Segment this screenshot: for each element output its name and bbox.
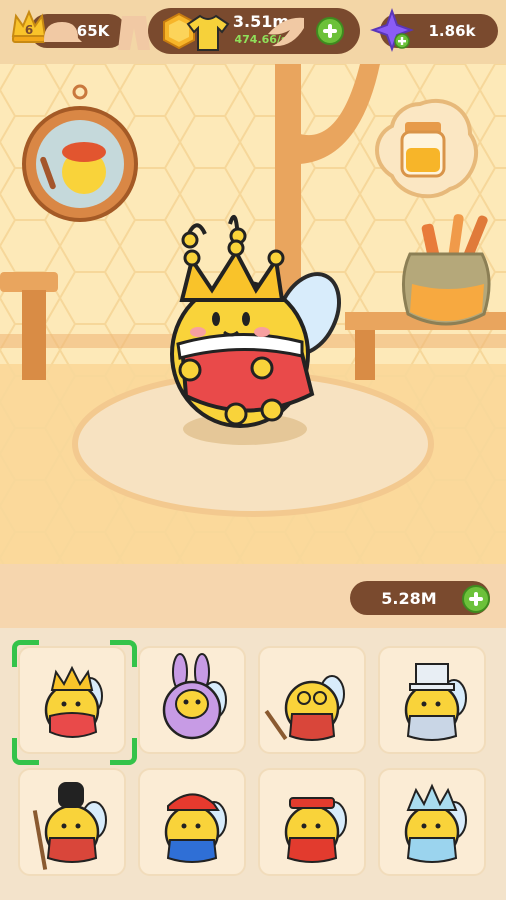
shirt-icon[interactable]	[184, 8, 232, 56]
gem-count: 1.86k	[428, 22, 476, 40]
coin-amount: 5.28M	[381, 589, 437, 608]
gem-star-icon[interactable]	[370, 8, 414, 52]
bee-professor-icon	[264, 675, 345, 741]
bee-room-scene	[0, 64, 506, 564]
costume-card-plumber[interactable]	[138, 768, 246, 876]
hat-icon[interactable]	[38, 8, 86, 56]
add-coins-button[interactable]	[462, 585, 490, 613]
bee-bunny-icon	[162, 653, 227, 740]
costume-card-guard[interactable]	[18, 768, 126, 876]
selection-corner	[12, 738, 39, 765]
costume-card-frost[interactable]	[378, 768, 486, 876]
selection-corner	[12, 640, 39, 667]
bee-plumber-icon	[164, 793, 227, 863]
wings-icon[interactable]	[262, 8, 310, 56]
costume-card-bunny[interactable]	[138, 646, 246, 754]
selection-corner	[110, 640, 137, 667]
bee-festive-icon	[284, 797, 347, 863]
pants-icon[interactable]	[110, 8, 158, 56]
bee-guard-icon	[32, 782, 107, 870]
bee-top-hat-icon	[404, 663, 467, 741]
level-number: 6	[25, 23, 33, 37]
costume-card-festive[interactable]	[258, 768, 366, 876]
add-gold-button[interactable]	[316, 17, 344, 45]
costume-card-professor[interactable]	[258, 646, 366, 754]
costume-card-top-hat[interactable]	[378, 646, 486, 754]
selection-corner	[110, 738, 137, 765]
bee-frost-icon	[404, 783, 467, 863]
